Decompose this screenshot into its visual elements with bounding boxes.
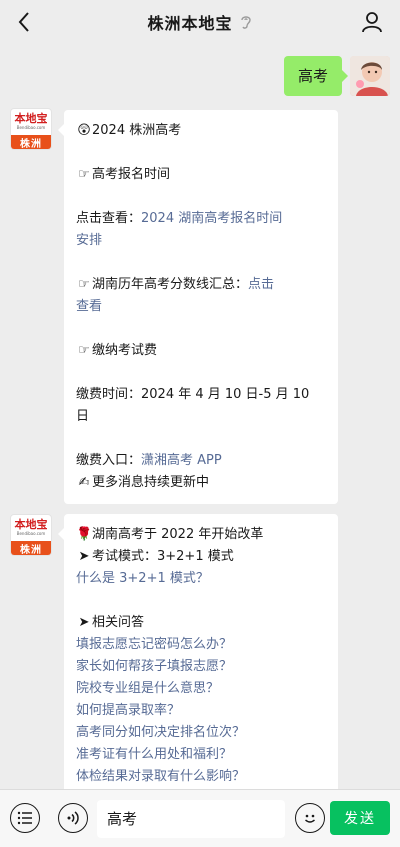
user-avatar[interactable] (350, 56, 390, 96)
voice-button[interactable] (58, 803, 88, 833)
click-prefix: 点击查看： (76, 211, 142, 226)
avatar-domain-text: Bendibao.com (16, 531, 46, 536)
rose-icon: 🌹 (76, 527, 93, 542)
input-bar: 高考 发送 (0, 789, 400, 847)
ear-icon (240, 16, 251, 29)
exam-mode-label: 考试模式：3+2+1 模式 (92, 549, 234, 564)
message1-item1: 高考报名时间 (92, 167, 171, 182)
avatar-city-text: 株洲 (11, 541, 51, 555)
chat-header: 株洲本地宝 (0, 0, 400, 44)
fee-time-text-cont: 日 (76, 409, 90, 424)
chevron-left-icon (18, 12, 29, 32)
bot-avatar[interactable]: 本地宝 Bendibao.com 株洲 (10, 108, 52, 150)
registration-time-link[interactable]: 2024 湖南高考报名时间 (141, 211, 282, 226)
faq-link[interactable]: 如何提高录取率？ (76, 703, 180, 718)
fee-entry-link[interactable]: 潇湘高考 APP (141, 453, 222, 468)
faq-link[interactable]: 体检结果对录取有什么影响？ (76, 769, 245, 784)
back-button[interactable] (8, 6, 40, 38)
user-message-text: 高考 (297, 67, 328, 85)
faq-link[interactable]: 家长如何帮孩子填报志愿？ (76, 659, 232, 674)
exam-mode-link[interactable]: 什么是 3+2+1 模式？ (76, 571, 209, 586)
profile-button[interactable] (358, 8, 386, 36)
send-button-label: 发送 (344, 811, 376, 827)
message-input-value: 高考 (107, 810, 138, 828)
pointing-hand-icon: ☞ (78, 167, 90, 182)
voice-icon (67, 811, 79, 825)
avatar-city-text: 株洲 (11, 135, 51, 149)
message1-title: 2024 株洲高考 (92, 123, 182, 138)
arrow-icon: ➤ (78, 549, 90, 564)
chat-title: 株洲本地宝 (147, 14, 233, 33)
emoji-button[interactable] (295, 803, 325, 833)
user-message-row: 高考 (283, 56, 390, 96)
bot-avatar[interactable]: 本地宝 Bendibao.com 株洲 (10, 514, 52, 556)
fee-entry-prefix: 缴费入口： (76, 453, 142, 468)
score-lines-link[interactable]: 点击 (248, 277, 274, 292)
faq-link[interactable]: 高考同分如何决定排名位次？ (76, 725, 245, 740)
pointing-hand-icon: ☞ (78, 277, 90, 292)
send-button[interactable]: 发送 (330, 801, 390, 835)
message1-item3: 缴纳考试费 (92, 343, 158, 358)
score-lines-link-cont[interactable]: 查看 (76, 299, 102, 314)
registration-time-link-cont[interactable]: 安排 (76, 233, 102, 248)
faq-link[interactable]: 院校专业组是什么意思？ (76, 681, 219, 696)
more-updates-text: 更多消息持续更新中 (92, 475, 210, 490)
avatar-domain-text: Bendibao.com (16, 125, 46, 130)
pointing-hand-icon: ☞ (78, 343, 90, 358)
person-icon (362, 12, 382, 33)
message2-title: 湖南高考于 2022 年开始改革 (92, 527, 264, 542)
menu-button[interactable] (10, 803, 40, 833)
faq-link[interactable]: 准考证有什么用处和福利？ (76, 747, 232, 762)
avatar-brand-text: 本地宝 (14, 112, 48, 125)
arrow-icon: ➤ (78, 615, 90, 630)
faq-link[interactable]: 填报志愿忘记密码怎么办？ (76, 637, 232, 652)
message1-item2: 湖南历年高考分数线汇总： (92, 277, 249, 292)
faq-heading: 相关问答 (92, 615, 145, 630)
writing-hand-icon: ✍ (78, 475, 90, 490)
bot-message-1: 😲2024 株洲高考 ☞ 高考报名时间 点击查看：2024 湖南高考报名时间 安排… (58, 110, 338, 504)
surprised-face-icon: 😲 (77, 123, 91, 138)
avatar-brand-text: 本地宝 (14, 518, 48, 531)
user-message-bubble[interactable]: 高考 (283, 56, 349, 96)
list-icon (17, 811, 32, 825)
bot-message-2: 🌹湖南高考于 2022 年开始改革 ➤ 考试模式：3+2+1 模式 什么是 3+2… (58, 514, 338, 800)
message-input[interactable]: 高考 (97, 800, 285, 838)
smiley-icon (305, 814, 315, 823)
fee-time-text: 缴费时间：2024 年 4 月 10 日-5 月 10 (76, 387, 310, 402)
user-avatar-image (350, 56, 390, 96)
